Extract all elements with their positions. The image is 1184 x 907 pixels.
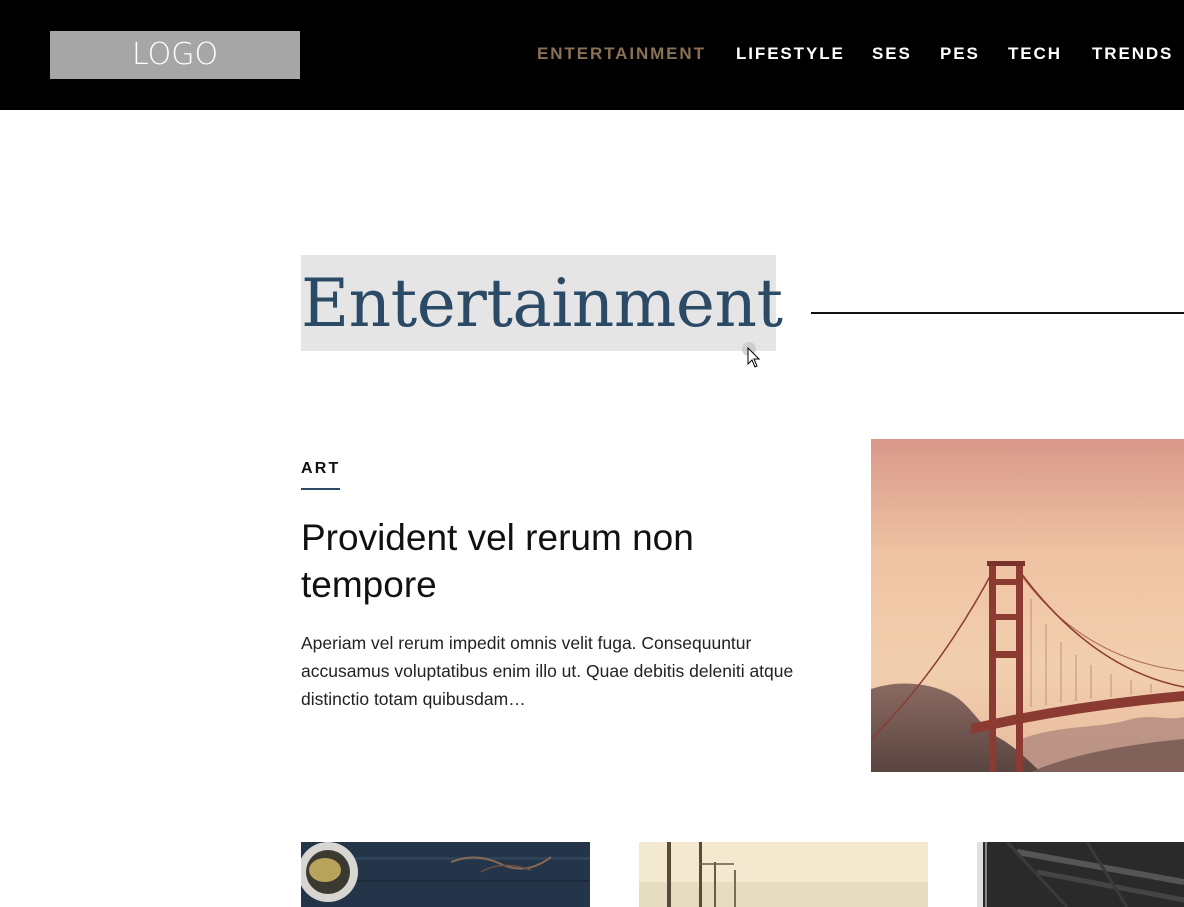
site-logo[interactable]: LOGO [50, 31, 300, 79]
nav-item-lifestyle[interactable]: LIFESTYLE [736, 43, 845, 65]
title-divider [811, 312, 1184, 314]
site-header: LOGO ENTERTAINMENT LIFESTYLE SES PES TEC… [0, 0, 1184, 110]
featured-article-image[interactable] [871, 439, 1184, 772]
nav-item-trends[interactable]: TRENDS [1092, 43, 1173, 65]
nav-item-pes[interactable]: PES [940, 43, 980, 65]
article-title[interactable]: Provident vel rerum non tempore [301, 514, 821, 608]
mouse-pointer-icon [740, 341, 764, 369]
nav-item-tech[interactable]: TECH [1008, 43, 1062, 65]
category-underline [301, 488, 340, 490]
article-thumbnail[interactable] [639, 842, 928, 907]
page-title: Entertainment [301, 265, 783, 342]
article-category[interactable]: ART [301, 458, 340, 480]
article-thumbnail[interactable] [301, 842, 590, 907]
article-excerpt: Aperiam vel rerum impedit omnis velit fu… [301, 633, 794, 709]
nav-item-entertainment[interactable]: ENTERTAINMENT [537, 43, 706, 65]
article-thumbnail[interactable] [977, 842, 1184, 907]
nav-item-ses[interactable]: SES [872, 43, 912, 65]
